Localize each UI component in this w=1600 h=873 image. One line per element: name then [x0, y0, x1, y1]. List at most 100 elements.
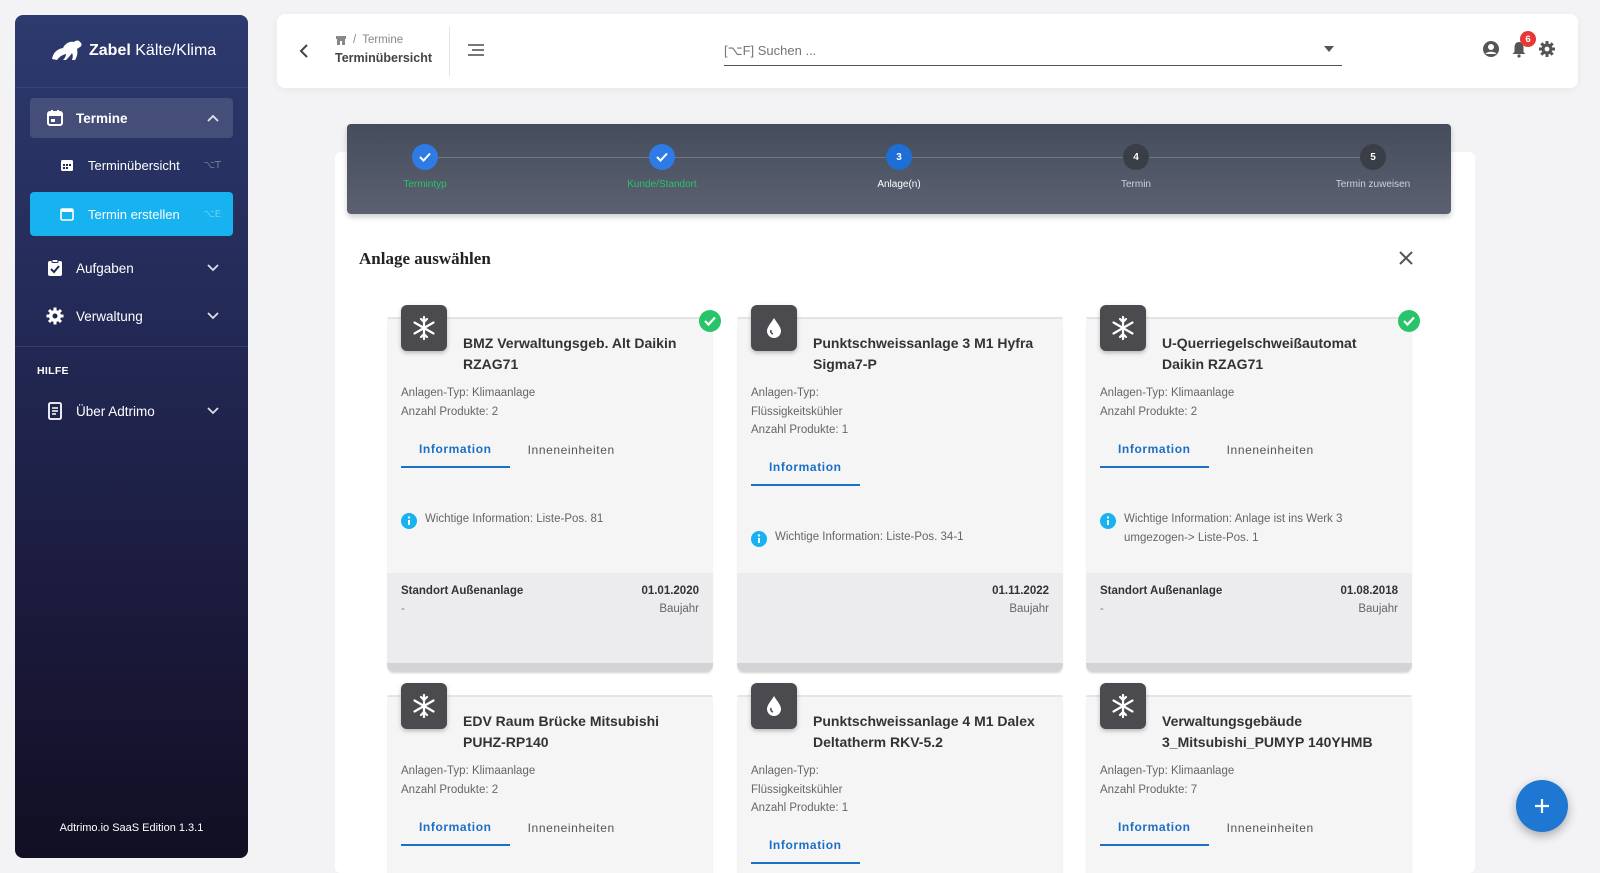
tab-inneneinheiten[interactable]: Inneneinheiten [1209, 810, 1332, 846]
calendar-icon [46, 109, 64, 127]
plant-card[interactable]: BMZ Verwaltungsgeb. Alt Daikin RZAG71 An… [387, 305, 721, 671]
info-icon [1100, 513, 1116, 529]
nav-aufgaben[interactable]: Aufgaben [30, 248, 233, 288]
drop-icon [751, 305, 797, 351]
calendar-plus-icon [60, 207, 74, 221]
step-number: 5 [1360, 144, 1386, 170]
plant-title: Punktschweissanlage 4 M1 Dalex Deltather… [813, 713, 1035, 750]
drop-icon [751, 683, 797, 729]
nav-sub-termin-erstellen-label: Termin erstellen [88, 206, 180, 222]
search-input[interactable] [724, 36, 1342, 64]
snowflake-icon [401, 683, 447, 729]
close-icon[interactable] [1398, 250, 1414, 266]
version-label: Adtrimo.io SaaS Edition 1.3.1 [59, 822, 204, 834]
step-5[interactable]: 5 Termin zuweisen [1298, 144, 1448, 190]
step-number: 3 [886, 144, 912, 170]
shortcut-hint: ⌥E [203, 208, 221, 220]
plant-title: BMZ Verwaltungsgeb. Alt Daikin RZAG71 [463, 335, 677, 372]
plant-card[interactable]: Punktschweissanlage 4 M1 Dalex Deltather… [737, 683, 1063, 873]
search-dropdown-icon[interactable] [1324, 46, 1334, 52]
plant-location-sub: - [401, 603, 405, 615]
plant-title: U-Querriegelschweißautomat Daikin RZAG71 [1162, 335, 1357, 372]
step-number: 4 [1123, 144, 1149, 170]
tab-information[interactable]: Information [751, 450, 860, 486]
plant-meta: Anlagen-Typ: Flüssigkeitskühler Anzahl P… [751, 387, 849, 436]
nav-sub-termin-erstellen[interactable]: Termin erstellen ⌥E [30, 192, 233, 236]
plant-location: Standort Außenanlage [401, 585, 524, 597]
info-icon [401, 513, 417, 529]
plant-title: Punktschweissanlage 3 M1 Hyfra Sigma7-P [813, 335, 1034, 372]
notification-bell-icon[interactable]: 6 [1510, 31, 1536, 58]
polar-bear-logo-icon [52, 40, 82, 60]
plant-year-label: Baujahr [659, 603, 699, 615]
plant-year: 01.11.2022 [992, 585, 1049, 597]
step-done-icon [649, 144, 675, 170]
plant-card[interactable]: Punktschweissanlage 3 M1 Hyfra Sigma7-P … [737, 305, 1063, 671]
plant-year: 01.01.2020 [641, 585, 699, 597]
step-label: Termin zuweisen [1335, 179, 1411, 190]
plant-footer: 01.11.2022 Baujahr [737, 573, 1063, 663]
selected-check-icon [699, 310, 721, 332]
step-label: Anlage(n) [877, 179, 921, 190]
info-icon [751, 531, 767, 547]
tab-inneneinheiten[interactable]: Inneneinheiten [1209, 432, 1332, 468]
nav-about-label: Über Adtrimo [76, 403, 155, 419]
snowflake-icon [401, 305, 447, 351]
calendar-small-icon [60, 158, 74, 172]
tab-information[interactable]: Information [751, 828, 860, 864]
step-1[interactable]: Termintyp [350, 144, 500, 190]
nav-termine[interactable]: Termine [30, 98, 233, 138]
step-label: Kunde/Standort [627, 179, 697, 190]
step-2[interactable]: Kunde/Standort [587, 144, 737, 190]
help-section-label: HILFE [37, 365, 69, 377]
add-button[interactable] [1516, 780, 1568, 832]
clipboard-check-icon [46, 259, 64, 277]
plant-tabs: Information [751, 828, 860, 864]
menu-icon[interactable] [467, 42, 485, 58]
plant-card[interactable]: Verwaltungsgebäude 3_Mitsubishi_PUMYP 14… [1086, 683, 1412, 873]
snowflake-icon [1100, 305, 1146, 351]
tab-information[interactable]: Information [1100, 432, 1209, 468]
document-icon [46, 402, 64, 420]
tab-information[interactable]: Information [401, 810, 510, 846]
back-arrow-icon[interactable] [295, 42, 313, 60]
plant-footer: Standort Außenanlage - 01.08.2018 Baujah… [1086, 573, 1412, 663]
tab-inneneinheiten[interactable]: Inneneinheiten [510, 432, 633, 468]
stepper: Termintyp Kunde/Standort 3 Anlage(n) 4 T… [347, 124, 1451, 214]
step-done-icon [412, 144, 438, 170]
nav-sub-terminuebersicht-label: Terminübersicht [88, 157, 180, 173]
nav-termine-label: Termine [76, 110, 128, 126]
plus-icon [1535, 799, 1549, 813]
tab-inneneinheiten[interactable]: Inneneinheiten [510, 810, 633, 846]
plant-title: EDV Raum Brücke Mitsubishi PUHZ-RP140 [463, 713, 660, 750]
breadcrumb-parent[interactable]: Termine [362, 34, 403, 46]
plant-title: Verwaltungsgebäude 3_Mitsubishi_PUMYP 14… [1162, 713, 1373, 750]
nav-verwaltung-label: Verwaltung [76, 308, 143, 324]
step-4[interactable]: 4 Termin [1061, 144, 1211, 190]
plant-meta: Anlagen-Typ: Flüssigkeitskühler Anzahl P… [751, 765, 849, 814]
plant-tabs: Information Inneneinheiten [1100, 810, 1332, 846]
nav-verwaltung[interactable]: Verwaltung [30, 296, 233, 336]
brand[interactable]: Zabel Kälte/Klima [15, 15, 248, 88]
notification-badge: 6 [1520, 31, 1536, 47]
nav-sub-terminuebersicht[interactable]: Terminübersicht ⌥T [30, 144, 233, 186]
tab-information[interactable]: Information [1100, 810, 1209, 846]
page-title: Terminübersicht [335, 51, 433, 65]
step-label: Termintyp [403, 179, 447, 190]
account-icon[interactable] [1482, 40, 1500, 58]
chevron-up-icon [207, 111, 219, 125]
step-label: Termin [1120, 179, 1151, 190]
breadcrumb-separator: / [353, 34, 357, 46]
nav-about[interactable]: Über Adtrimo [30, 391, 233, 431]
plant-tabs: Information Inneneinheiten [1100, 432, 1332, 468]
snowflake-icon [1100, 683, 1146, 729]
brand-name: Zabel Kälte/Klima [89, 42, 217, 59]
sidebar: Zabel Kälte/Klima Termine Terminübersich… [15, 15, 248, 858]
plant-card[interactable]: U-Querriegelschweißautomat Daikin RZAG71… [1086, 305, 1420, 671]
store-icon[interactable] [335, 35, 347, 46]
settings-gear-icon[interactable] [1538, 40, 1556, 58]
topbar: / Termine Terminübersicht 6 [277, 14, 1578, 88]
step-3[interactable]: 3 Anlage(n) [824, 144, 974, 190]
tab-information[interactable]: Information [401, 432, 510, 468]
plant-card[interactable]: EDV Raum Brücke Mitsubishi PUHZ-RP140 An… [387, 683, 713, 873]
